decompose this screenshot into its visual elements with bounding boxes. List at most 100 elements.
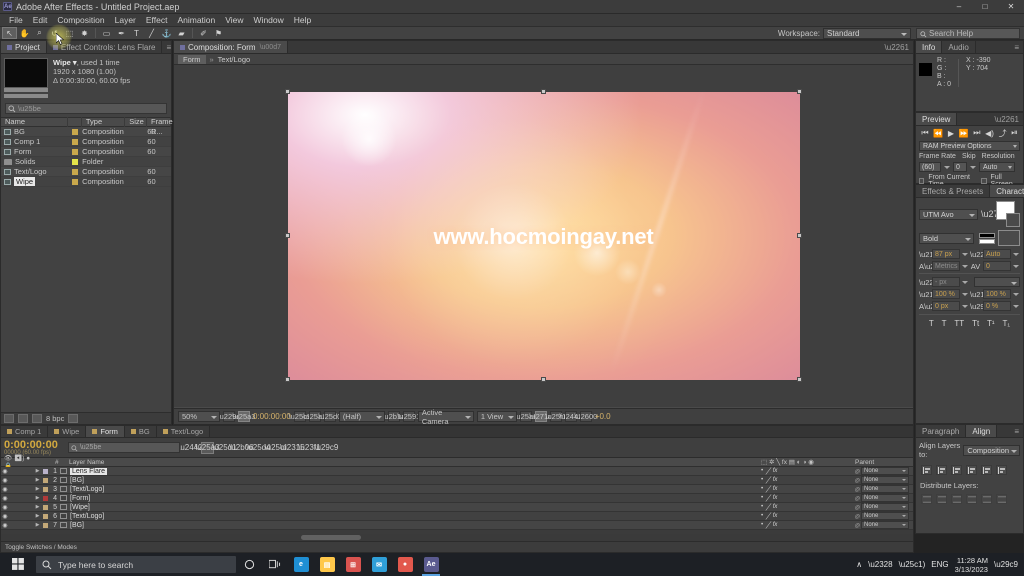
collapse-switch-icon[interactable]: ╱ xyxy=(766,486,770,493)
cortana-circle-icon[interactable] xyxy=(236,553,262,576)
chevron-down-icon[interactable] xyxy=(1013,264,1019,268)
project-item-name-cell[interactable]: Text/Logo xyxy=(1,167,68,176)
shy-switch-icon[interactable]: • xyxy=(761,522,763,528)
layer-name-cell[interactable]: Lens Flare xyxy=(60,467,761,475)
project-column-frame-r[interactable]: Frame R... xyxy=(147,117,173,136)
parent-pickwhip-icon[interactable]: ◎ xyxy=(853,486,861,493)
project-column-type[interactable]: Type xyxy=(82,117,126,127)
composition-canvas[interactable]: www.hocmoingay.net xyxy=(287,88,800,380)
chevron-down-icon[interactable] xyxy=(1013,304,1019,308)
hand-tool[interactable]: ✋ xyxy=(17,27,32,39)
distribute-vertical-center-icon[interactable] xyxy=(936,494,947,504)
timeline-layer-row[interactable]: ◉ ▶ 4 [Form] • ╱ fx ◎ None xyxy=(1,494,913,503)
project-item-name-cell[interactable]: Solids xyxy=(1,157,68,166)
subscript-button[interactable]: T₁ xyxy=(1002,319,1010,328)
tsume-value[interactable]: 0 % xyxy=(983,301,1011,311)
shy-switch-icon[interactable]: • xyxy=(761,468,763,474)
chevron-down-icon[interactable] xyxy=(962,304,968,308)
stroke-color-swatch[interactable] xyxy=(1006,213,1020,227)
shy-switch-icon[interactable]: • xyxy=(761,495,763,501)
layer-switches[interactable]: • ╱ fx xyxy=(761,495,853,502)
layer-parent-cell[interactable]: ◎ None xyxy=(853,476,913,484)
eyedropper-icon[interactable]: \u2712 xyxy=(981,209,1009,219)
black-white-swatches[interactable] xyxy=(979,232,995,244)
collapse-switch-icon[interactable]: ╱ xyxy=(766,513,770,520)
file-explorer-icon[interactable]: ▤ xyxy=(314,553,340,576)
edge-icon[interactable]: e xyxy=(288,553,314,576)
parent-pickwhip-icon[interactable]: ◎ xyxy=(853,468,861,475)
previous-frame-button[interactable]: ⏪ xyxy=(933,129,943,138)
small-caps-button[interactable]: Tt xyxy=(972,319,979,328)
selection-handle[interactable] xyxy=(284,89,290,94)
frame-rate-value[interactable]: (60) xyxy=(919,162,941,172)
layer-label-color[interactable] xyxy=(41,522,50,528)
layer-expand-triangle-icon[interactable]: ▶ xyxy=(34,477,41,483)
tab-audio[interactable]: Audio xyxy=(942,41,976,53)
faux-italic-button[interactable]: T xyxy=(942,319,947,328)
project-item-name-cell[interactable]: BG xyxy=(1,127,68,136)
quality-switch-icon[interactable]: fx xyxy=(773,495,778,501)
quality-switch-icon[interactable]: fx xyxy=(773,504,778,510)
layer-expand-triangle-icon[interactable]: ▶ xyxy=(34,522,41,528)
tab-effects-presets[interactable]: Effects & Presets xyxy=(916,185,991,197)
distribute-bottom-icon[interactable] xyxy=(951,494,962,504)
layer-name-cell[interactable]: [Text/Logo] xyxy=(60,513,761,520)
loop-button[interactable]: ⤴ xyxy=(999,128,1007,139)
tracking-value[interactable]: 0 xyxy=(983,261,1011,271)
align-left-icon[interactable] xyxy=(921,465,932,475)
chevron-down-icon[interactable] xyxy=(944,165,950,169)
tab-paragraph[interactable]: Paragraph xyxy=(916,425,967,437)
search-help-input[interactable]: Search Help xyxy=(916,27,1020,39)
quality-switch-icon[interactable]: fx xyxy=(773,522,778,528)
align-right-icon[interactable] xyxy=(951,465,962,475)
timeline-layer-row[interactable]: ◉ ▶ 7 [BG] • ╱ fx ◎ None xyxy=(1,521,913,530)
layer-switches[interactable]: • ╱ fx xyxy=(761,504,853,511)
layer-expand-triangle-icon[interactable]: ▶ xyxy=(34,504,41,510)
project-item-row[interactable]: BG Composition 60 xyxy=(1,127,171,137)
project-item-name-cell[interactable]: Form xyxy=(1,147,68,156)
color-depth-icon[interactable] xyxy=(32,414,42,423)
composition-panel-menu-icon[interactable]: \u2261 xyxy=(881,41,913,53)
black-swatch[interactable] xyxy=(979,232,995,238)
live-update-icon[interactable]: \u29c9 xyxy=(314,442,338,454)
project-item-row[interactable]: Form Composition 60 xyxy=(1,147,171,157)
preview-resolution-select[interactable]: Auto xyxy=(979,162,1015,172)
tab-project[interactable]: Project xyxy=(1,41,47,53)
chevron-down-icon[interactable] xyxy=(962,264,968,268)
distribute-right-icon[interactable] xyxy=(996,494,1007,504)
composition-text-layer[interactable]: www.hocmoingay.net xyxy=(288,224,800,250)
transparency-grid-icon[interactable]: \u2591 xyxy=(397,411,420,422)
distribute-left-icon[interactable] xyxy=(966,494,977,504)
maximize-button[interactable]: □ xyxy=(972,0,998,14)
tab-align[interactable]: Align xyxy=(966,425,998,437)
parent-select[interactable]: None xyxy=(861,467,909,475)
exposure-icon[interactable]: \u2600 xyxy=(574,411,597,422)
task-view-icon[interactable] xyxy=(262,553,288,576)
tab-preview[interactable]: Preview xyxy=(916,113,958,125)
new-folder-icon[interactable] xyxy=(4,414,14,423)
workspace-select[interactable]: Standard xyxy=(823,27,911,39)
horizontal-scale-value[interactable]: 100 % xyxy=(983,289,1011,299)
align-horizontal-center-icon[interactable] xyxy=(936,465,947,475)
selection-tool[interactable]: ↖ xyxy=(2,27,17,39)
layer-parent-cell[interactable]: ◎ None xyxy=(853,512,913,520)
play-button[interactable]: ▶ xyxy=(948,129,954,138)
composition-viewer[interactable]: www.hocmoingay.net xyxy=(174,65,913,407)
puppet-pin-tool[interactable]: ⚑ xyxy=(211,27,226,39)
layer-switches[interactable]: • ╱ fx xyxy=(761,486,853,493)
kerning-value[interactable]: Metrics xyxy=(932,261,960,271)
mail-icon[interactable]: ✉ xyxy=(366,553,392,576)
volume-icon[interactable]: \u25c1) xyxy=(899,560,926,569)
layer-label-color[interactable] xyxy=(41,486,50,492)
notification-icon[interactable]: \u29c9 xyxy=(994,560,1018,569)
rectangle-tool[interactable]: ▭ xyxy=(99,27,114,39)
font-family-select[interactable]: UTM Avo xyxy=(919,208,978,220)
tab-info[interactable]: Info xyxy=(916,41,943,53)
layer-name-cell[interactable]: [BG] xyxy=(60,522,761,529)
shy-switch-icon[interactable]: • xyxy=(761,504,763,510)
region-of-interest-icon[interactable]: \u25a3 xyxy=(233,411,255,422)
zoom-tool[interactable]: ⌕ xyxy=(32,27,47,39)
no-fill-swatch[interactable] xyxy=(998,230,1020,246)
collapse-switch-icon[interactable]: ╱ xyxy=(766,468,770,475)
font-size-value[interactable]: 87 px xyxy=(932,249,960,259)
